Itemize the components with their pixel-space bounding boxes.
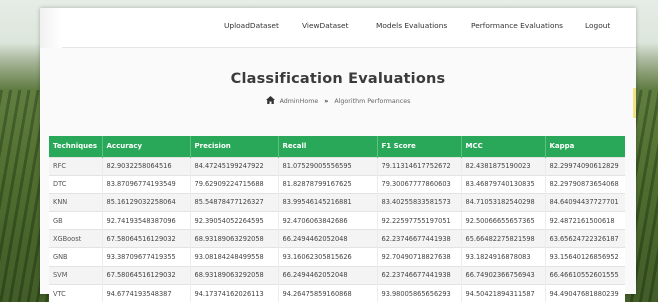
- nav-upload-dataset[interactable]: UploadDataset: [224, 21, 279, 30]
- cell-technique: SVM: [49, 265, 103, 285]
- nav-view-dataset[interactable]: ViewDataset: [302, 21, 348, 30]
- column-header-mcc: MCC: [461, 136, 546, 157]
- cell-mcc: 65.66482275821598: [461, 229, 546, 248]
- cell-precision: 68.93189063292058: [190, 229, 279, 248]
- cell-recall: 83.99546145216881: [278, 192, 378, 212]
- cell-kappa: 84.64094437727701: [545, 192, 625, 212]
- cell-precision: 94.17374162026113: [190, 283, 279, 302]
- cell-f1-score: 79.30067777860603: [377, 174, 462, 194]
- cell-kappa: 63.65624722326187: [545, 229, 625, 248]
- evaluation-table: Techniques Accuracy Precision Recall F1 …: [49, 136, 625, 302]
- cell-accuracy: 93.38709677419355: [102, 247, 191, 267]
- cell-technique: VTC: [49, 283, 103, 302]
- cell-f1-score: 79.11314617752672: [377, 156, 462, 176]
- column-header-accuracy: Accuracy: [102, 136, 191, 157]
- cell-accuracy: 85.16129032258064: [102, 192, 191, 212]
- cell-f1-score: 92.22597755197051: [377, 211, 462, 230]
- cell-accuracy: 67.58064516129032: [102, 265, 191, 285]
- cell-mcc: 83.46879740130835: [461, 174, 546, 194]
- cell-f1-score: 62.23746677441938: [377, 265, 462, 285]
- cell-mcc: 94.50421894311587: [461, 283, 546, 302]
- cell-mcc: 84.71053182540298: [461, 192, 546, 212]
- cell-precision: 68.93189063292058: [190, 265, 279, 285]
- table-row: GB 92.74193548387096 92.39054052264595 9…: [49, 211, 625, 230]
- cell-precision: 93.08184248499558: [190, 247, 279, 267]
- top-navigation-bar: UploadDataset ViewDataset Models Evaluat…: [40, 8, 636, 48]
- cell-precision: 92.39054052264595: [190, 211, 279, 230]
- table-row: XGBoost 67.58064516129032 68.93189063292…: [49, 229, 625, 248]
- content-area: Classification Evaluations AdminHome » A…: [40, 48, 636, 302]
- cell-mcc: 93.1824916878083: [461, 247, 546, 267]
- cell-accuracy: 82.9032258064516: [102, 156, 191, 176]
- cell-f1-score: 93.98005865656293: [377, 283, 462, 302]
- cell-kappa: 82.29790873654068: [545, 174, 625, 194]
- table-header-row: Techniques Accuracy Precision Recall F1 …: [49, 136, 625, 157]
- cell-recall: 94.26475859160868: [278, 283, 378, 302]
- breadcrumb-admin-home[interactable]: AdminHome: [280, 98, 319, 105]
- main-panel: UploadDataset ViewDataset Models Evaluat…: [40, 8, 636, 302]
- cell-technique: RFC: [49, 156, 103, 176]
- cell-mcc: 66.74902366756943: [461, 265, 546, 285]
- cell-kappa: 92.4872161500618: [545, 211, 625, 230]
- cell-f1-score: 92.70490718827638: [377, 247, 462, 267]
- table-row: RFC 82.9032258064516 84.47245199247922 8…: [49, 156, 625, 176]
- cell-precision: 84.47245199247922: [190, 156, 279, 176]
- cell-kappa: 94.49047681880239: [545, 283, 625, 302]
- cell-recall: 93.16062305815626: [278, 247, 378, 267]
- cell-recall: 92.4706063842686: [278, 211, 378, 230]
- cell-technique: KNN: [49, 192, 103, 212]
- table-row: DTC 83.87096774193549 79.62909224715688 …: [49, 174, 625, 194]
- table-row: KNN 85.16129032258064 85.54878477126327 …: [49, 192, 625, 212]
- column-header-precision: Precision: [190, 136, 279, 157]
- table-row: GNB 93.38709677419355 93.08184248499558 …: [49, 247, 625, 267]
- cell-recall: 66.2494462052048: [278, 229, 378, 248]
- breadcrumb: AdminHome » Algorithm Performances: [40, 96, 636, 105]
- cell-accuracy: 83.87096774193549: [102, 174, 191, 194]
- cell-technique: DTC: [49, 174, 103, 194]
- column-header-recall: Recall: [278, 136, 378, 157]
- column-header-techniques: Techniques: [49, 136, 103, 157]
- cell-kappa: 93.15640126856952: [545, 247, 625, 267]
- column-header-kappa: Kappa: [545, 136, 625, 157]
- cell-f1-score: 83.40255833581573: [377, 192, 462, 212]
- cell-technique: GB: [49, 211, 103, 230]
- cell-mcc: 92.50066655657365: [461, 211, 546, 230]
- cell-accuracy: 94.6774193548387: [102, 283, 191, 302]
- table-row: SVM 67.58064516129032 68.93189063292058 …: [49, 265, 625, 285]
- home-icon: [265, 96, 275, 104]
- table-row: VTC 94.6774193548387 94.17374162026113 9…: [49, 283, 625, 302]
- nav-left-accent: [40, 8, 62, 48]
- breadcrumb-current: Algorithm Performances: [334, 98, 411, 105]
- cell-precision: 79.62909224715688: [190, 174, 279, 194]
- cell-precision: 85.54878477126327: [190, 192, 279, 212]
- nav-performance-evaluations[interactable]: Performance Evaluations: [471, 21, 563, 30]
- nav-models-evaluations[interactable]: Models Evaluations: [376, 21, 447, 30]
- cell-kappa: 82.29974090612829: [545, 156, 625, 176]
- breadcrumb-separator: »: [324, 98, 329, 105]
- cell-recall: 66.2494462052048: [278, 265, 378, 285]
- cell-accuracy: 92.74193548387096: [102, 211, 191, 230]
- cell-technique: XGBoost: [49, 229, 103, 248]
- column-header-f1-score: F1 Score: [377, 136, 462, 157]
- cell-kappa: 66.46610552601555: [545, 265, 625, 285]
- nav-logout[interactable]: Logout: [585, 21, 610, 30]
- cell-mcc: 82.4381875190023: [461, 156, 546, 176]
- cell-technique: GNB: [49, 247, 103, 267]
- cell-f1-score: 62.23746677441938: [377, 229, 462, 248]
- cell-recall: 81.07529005556595: [278, 156, 378, 176]
- cell-accuracy: 67.58064516129032: [102, 229, 191, 248]
- cell-recall: 81.82878799167625: [278, 174, 378, 194]
- page-title: Classification Evaluations: [230, 71, 446, 87]
